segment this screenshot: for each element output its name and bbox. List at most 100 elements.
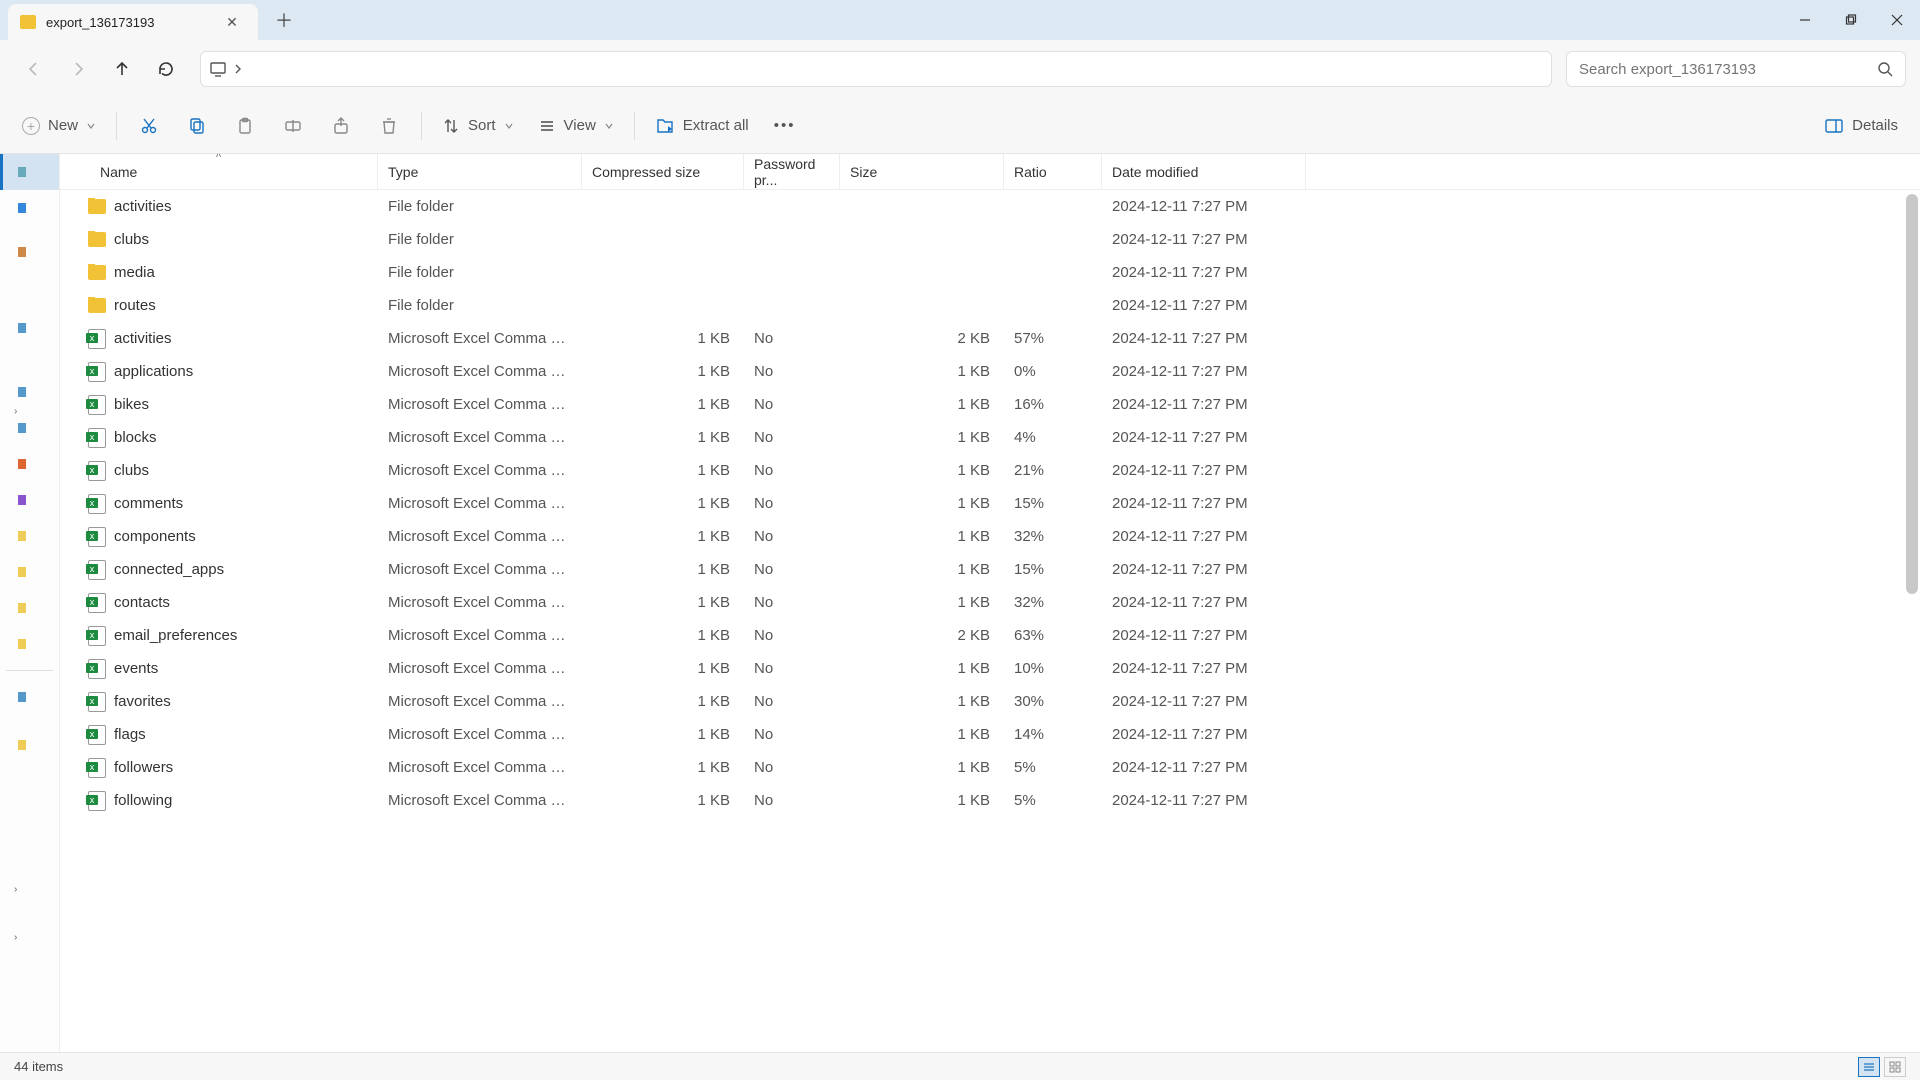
search-input[interactable] bbox=[1579, 61, 1877, 78]
column-header-ratio[interactable]: Ratio bbox=[1004, 154, 1102, 189]
file-compressed-size: 1 KB bbox=[582, 528, 744, 545]
nav-item[interactable] bbox=[0, 482, 59, 518]
details-button[interactable]: Details bbox=[1814, 106, 1908, 146]
file-size: 1 KB bbox=[840, 495, 1004, 512]
file-row[interactable]: followingMicrosoft Excel Comma Separ...1… bbox=[60, 784, 1920, 817]
file-row[interactable]: followersMicrosoft Excel Comma Separ...1… bbox=[60, 751, 1920, 784]
navigation-pane[interactable]: › › › bbox=[0, 154, 60, 1052]
nav-item[interactable]: › bbox=[0, 234, 59, 270]
file-row[interactable]: email_preferencesMicrosoft Excel Comma S… bbox=[60, 619, 1920, 652]
file-compressed-size: 1 KB bbox=[582, 726, 744, 743]
file-row[interactable]: routesFile folder2024-12-11 7:27 PM bbox=[60, 289, 1920, 322]
file-row[interactable]: activitiesFile folder2024-12-11 7:27 PM bbox=[60, 190, 1920, 223]
nav-item[interactable] bbox=[0, 446, 59, 482]
nav-item[interactable] bbox=[0, 190, 59, 226]
details-view-toggle[interactable] bbox=[1858, 1057, 1880, 1077]
file-row[interactable]: clubsMicrosoft Excel Comma Separ...1 KBN… bbox=[60, 454, 1920, 487]
window-tab[interactable]: export_136173193 ✕ bbox=[8, 4, 258, 40]
more-button[interactable]: ••• bbox=[763, 106, 807, 146]
file-row[interactable]: mediaFile folder2024-12-11 7:27 PM bbox=[60, 256, 1920, 289]
file-row[interactable]: applications Microsoft Excel Comma Separ.… bbox=[60, 355, 1920, 388]
nav-item[interactable] bbox=[0, 590, 59, 626]
paste-button[interactable] bbox=[223, 106, 267, 146]
file-compressed-size: 1 KB bbox=[582, 792, 744, 809]
folder-icon bbox=[88, 265, 106, 280]
share-button[interactable] bbox=[319, 106, 363, 146]
file-row[interactable]: contactsMicrosoft Excel Comma Separ...1 … bbox=[60, 586, 1920, 619]
file-row[interactable]: bikesMicrosoft Excel Comma Separ...1 KBN… bbox=[60, 388, 1920, 421]
nav-item[interactable] bbox=[0, 310, 59, 346]
excel-csv-icon bbox=[88, 560, 106, 580]
file-name: applications bbox=[114, 363, 193, 380]
file-date-modified: 2024-12-11 7:27 PM bbox=[1102, 759, 1306, 776]
sort-icon bbox=[442, 117, 460, 135]
vertical-scrollbar[interactable] bbox=[1906, 194, 1918, 594]
up-button[interactable] bbox=[102, 49, 142, 89]
close-window-button[interactable] bbox=[1874, 0, 1920, 40]
chevron-down-icon bbox=[86, 121, 96, 131]
file-type: Microsoft Excel Comma Separ... bbox=[378, 363, 582, 380]
nav-item[interactable] bbox=[0, 518, 59, 554]
file-compressed-size: 1 KB bbox=[582, 627, 744, 644]
file-row[interactable]: commentsMicrosoft Excel Comma Separ...1 … bbox=[60, 487, 1920, 520]
share-icon bbox=[331, 116, 351, 136]
file-date-modified: 2024-12-11 7:27 PM bbox=[1102, 495, 1306, 512]
thumbnails-view-toggle[interactable] bbox=[1884, 1057, 1906, 1077]
view-button[interactable]: View bbox=[528, 106, 624, 146]
file-type: Microsoft Excel Comma Separ... bbox=[378, 495, 582, 512]
file-row[interactable]: activitiesMicrosoft Excel Comma Separ...… bbox=[60, 322, 1920, 355]
delete-button[interactable] bbox=[367, 106, 411, 146]
nav-item[interactable] bbox=[0, 626, 59, 662]
minimize-button[interactable] bbox=[1782, 0, 1828, 40]
cut-button[interactable] bbox=[127, 106, 171, 146]
paste-icon bbox=[235, 116, 255, 136]
file-row[interactable]: componentsMicrosoft Excel Comma Separ...… bbox=[60, 520, 1920, 553]
file-date-modified: 2024-12-11 7:27 PM bbox=[1102, 561, 1306, 578]
maximize-button[interactable] bbox=[1828, 0, 1874, 40]
file-type: Microsoft Excel Comma Separ... bbox=[378, 792, 582, 809]
file-password-protected: No bbox=[744, 363, 840, 380]
rename-button[interactable] bbox=[271, 106, 315, 146]
search-box[interactable] bbox=[1566, 51, 1906, 87]
file-row[interactable]: blocksMicrosoft Excel Comma Separ...1 KB… bbox=[60, 421, 1920, 454]
sort-button[interactable]: Sort bbox=[432, 106, 524, 146]
file-row[interactable]: flagsMicrosoft Excel Comma Separ...1 KBN… bbox=[60, 718, 1920, 751]
file-date-modified: 2024-12-11 7:27 PM bbox=[1102, 792, 1306, 809]
file-password-protected: No bbox=[744, 330, 840, 347]
column-header-name[interactable]: Name ˄ bbox=[60, 154, 378, 189]
file-name: favorites bbox=[114, 693, 171, 710]
file-date-modified: 2024-12-11 7:27 PM bbox=[1102, 264, 1306, 281]
nav-item[interactable] bbox=[0, 374, 59, 410]
file-row[interactable]: connected_appsMicrosoft Excel Comma Sepa… bbox=[60, 553, 1920, 586]
copy-button[interactable] bbox=[175, 106, 219, 146]
file-row[interactable]: clubsFile folder2024-12-11 7:27 PM bbox=[60, 223, 1920, 256]
close-tab-button[interactable]: ✕ bbox=[218, 8, 246, 36]
nav-item[interactable] bbox=[0, 410, 59, 446]
nav-item[interactable]: › bbox=[0, 727, 59, 763]
file-row[interactable]: favoritesMicrosoft Excel Comma Separ...1… bbox=[60, 685, 1920, 718]
nav-item[interactable]: › bbox=[0, 679, 59, 715]
forward-button[interactable] bbox=[58, 49, 98, 89]
chevron-right-icon[interactable] bbox=[233, 64, 243, 74]
excel-csv-icon bbox=[88, 395, 106, 415]
file-name: connected_apps bbox=[114, 561, 224, 578]
excel-csv-icon bbox=[88, 659, 106, 679]
column-header-date[interactable]: Date modified bbox=[1102, 154, 1306, 189]
column-header-password[interactable]: Password pr... bbox=[744, 154, 840, 189]
new-tab-button[interactable]: ＋ bbox=[264, 2, 304, 38]
column-header-compressed-size[interactable]: Compressed size bbox=[582, 154, 744, 189]
column-header-size[interactable]: Size bbox=[840, 154, 1004, 189]
nav-item[interactable] bbox=[0, 154, 59, 190]
back-button[interactable] bbox=[14, 49, 54, 89]
file-row[interactable]: eventsMicrosoft Excel Comma Separ...1 KB… bbox=[60, 652, 1920, 685]
file-type: Microsoft Excel Comma Separ... bbox=[378, 627, 582, 644]
column-header-type[interactable]: Type bbox=[378, 154, 582, 189]
new-button[interactable]: + New bbox=[12, 106, 106, 146]
new-label: New bbox=[48, 117, 78, 134]
file-name: activities bbox=[114, 330, 172, 347]
nav-item[interactable] bbox=[0, 554, 59, 590]
refresh-button[interactable] bbox=[146, 49, 186, 89]
file-date-modified: 2024-12-11 7:27 PM bbox=[1102, 297, 1306, 314]
extract-all-button[interactable]: Extract all bbox=[645, 106, 759, 146]
address-bar[interactable] bbox=[200, 51, 1552, 87]
